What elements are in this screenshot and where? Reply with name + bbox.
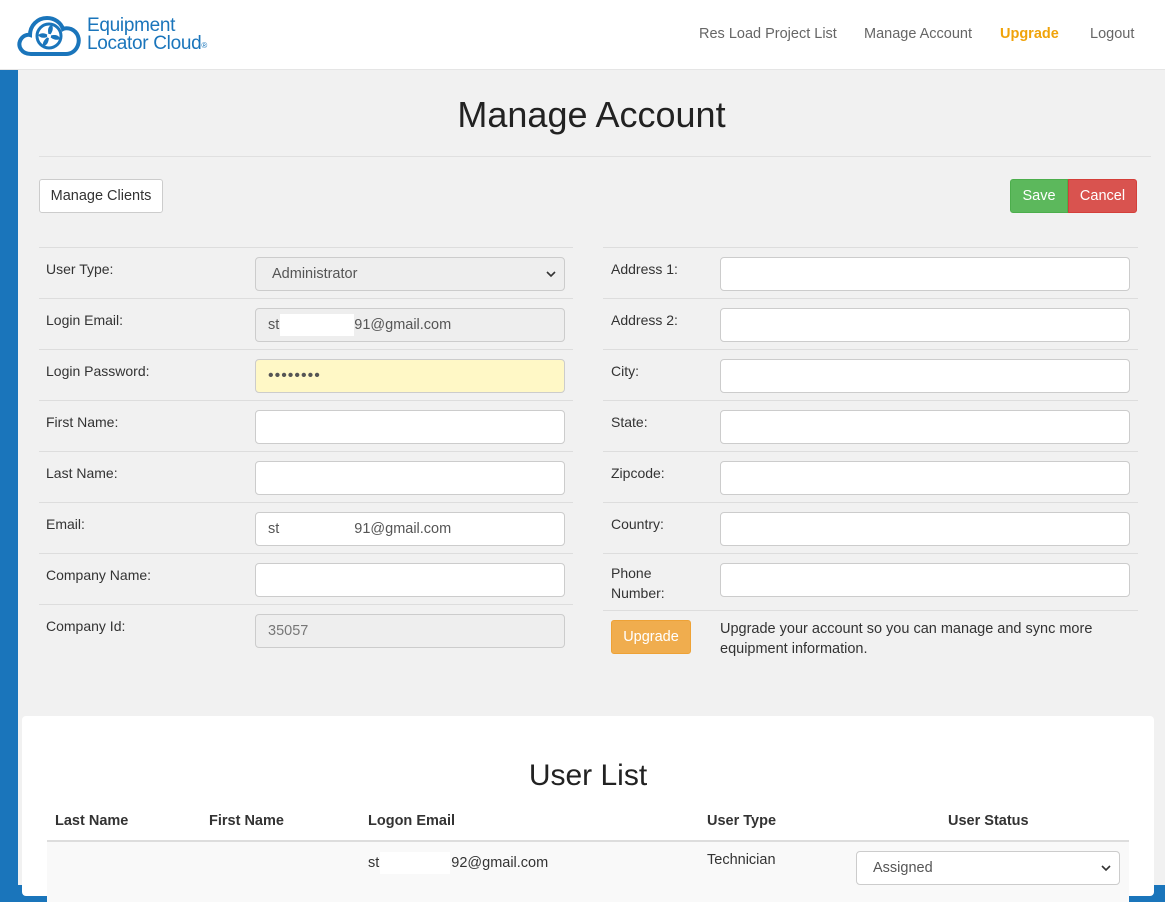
- login-email-value-end: 91@gmail.com: [354, 317, 452, 333]
- company-name-field[interactable]: [255, 563, 565, 597]
- row-user-type: User Type: Administrator: [39, 247, 573, 298]
- address1-label: Address 1:: [611, 261, 678, 277]
- country-field[interactable]: [720, 512, 1130, 546]
- upgrade-button[interactable]: Upgrade: [611, 620, 691, 654]
- row-state: State:: [603, 400, 1138, 451]
- cell-user-type: Technician: [707, 852, 776, 868]
- redacted-block: [280, 314, 355, 336]
- registered-mark: ®: [201, 41, 208, 50]
- user-type-select[interactable]: Administrator: [255, 257, 565, 291]
- account-form-left: User Type: Administrator Login Email: st…: [39, 247, 573, 659]
- zipcode-label: Zipcode:: [611, 465, 665, 481]
- company-id-field[interactable]: 35057: [255, 614, 565, 648]
- zipcode-field[interactable]: [720, 461, 1130, 495]
- row-company-name: Company Name:: [39, 553, 573, 604]
- account-form-right: Address 1: Address 2: City: State: Zipco…: [603, 247, 1138, 667]
- last-name-field[interactable]: [255, 461, 565, 495]
- last-name-label: Last Name:: [46, 465, 118, 481]
- row-address1: Address 1:: [603, 247, 1138, 298]
- address2-field[interactable]: [720, 308, 1130, 342]
- email-value-end: 91@gmail.com: [354, 521, 452, 537]
- login-password-value: ••••••••: [268, 367, 321, 384]
- redacted-block: [280, 518, 355, 540]
- logo-text: Equipment Locator Cloud®: [87, 16, 208, 54]
- row-phone: Phone Number:: [603, 553, 1138, 610]
- col-header-logon-email[interactable]: Logon Email: [368, 813, 455, 829]
- manage-clients-button[interactable]: Manage Clients: [39, 179, 163, 213]
- upgrade-note: Upgrade your account so you can manage a…: [720, 619, 1092, 659]
- row-login-email: Login Email: st 91@gmail.com: [39, 298, 573, 349]
- login-email-value-start: st: [268, 317, 280, 333]
- upgrade-note-line2: equipment information.: [720, 641, 868, 657]
- login-email-field[interactable]: st 91@gmail.com: [255, 308, 565, 342]
- col-header-last-name[interactable]: Last Name: [55, 813, 128, 829]
- row-login-password: Login Password: ••••••••: [39, 349, 573, 400]
- state-label: State:: [611, 414, 648, 430]
- redacted-block: [380, 852, 451, 874]
- user-list-title: User List: [528, 759, 648, 792]
- logo-line2: Locator Cloud: [87, 33, 202, 54]
- city-label: City:: [611, 363, 639, 379]
- row-city: City:: [603, 349, 1138, 400]
- state-field[interactable]: [720, 410, 1130, 444]
- nav-manage-account[interactable]: Manage Account: [864, 26, 972, 42]
- row-address2: Address 2:: [603, 298, 1138, 349]
- chevron-down-icon: [1101, 865, 1111, 872]
- chevron-down-icon: [546, 271, 556, 278]
- top-navbar: Equipment Locator Cloud® Res Load Projec…: [0, 0, 1165, 70]
- country-label: Country:: [611, 516, 664, 532]
- cell-email-start: st: [368, 855, 380, 871]
- user-type-label: User Type:: [46, 261, 114, 277]
- cancel-button[interactable]: Cancel: [1068, 179, 1137, 213]
- email-field[interactable]: st 91@gmail.com: [255, 512, 565, 546]
- upgrade-note-line1: Upgrade your account so you can manage a…: [720, 621, 1093, 637]
- phone-label-line2: Number:: [611, 585, 665, 601]
- cell-logon-email: st 92@gmail.com: [368, 852, 548, 874]
- login-password-field[interactable]: ••••••••: [255, 359, 565, 393]
- row-company-id: Company Id: 35057: [39, 604, 573, 655]
- app-logo[interactable]: Equipment Locator Cloud®: [17, 12, 217, 58]
- row-country: Country:: [603, 502, 1138, 553]
- login-password-label: Login Password:: [46, 363, 150, 379]
- row-first-name: First Name:: [39, 400, 573, 451]
- row-upgrade: Upgrade Upgrade your account so you can …: [603, 610, 1138, 667]
- page-title: Manage Account: [457, 94, 726, 135]
- user-list-panel: User List Last Name First Name Logon Ema…: [22, 716, 1154, 902]
- manage-account-page: Manage Account Manage Clients Save Cance…: [18, 70, 1165, 902]
- nav-upgrade[interactable]: Upgrade: [1000, 26, 1059, 42]
- company-id-label: Company Id:: [46, 618, 126, 634]
- first-name-field[interactable]: [255, 410, 565, 444]
- row-email: Email: st 91@gmail.com: [39, 502, 573, 553]
- phone-label-line1: Phone: [611, 565, 652, 581]
- row-zipcode: Zipcode:: [603, 451, 1138, 502]
- user-type-value: Administrator: [272, 266, 358, 282]
- col-header-user-type[interactable]: User Type: [707, 813, 776, 829]
- nav-logout[interactable]: Logout: [1090, 26, 1134, 42]
- login-email-label: Login Email:: [46, 312, 124, 328]
- save-button[interactable]: Save: [1010, 179, 1068, 213]
- company-name-label: Company Name:: [46, 567, 152, 583]
- address1-field[interactable]: [720, 257, 1130, 291]
- address2-label: Address 2:: [611, 312, 678, 328]
- first-name-label: First Name:: [46, 414, 119, 430]
- nav-res-load-project-list[interactable]: Res Load Project List: [699, 26, 837, 42]
- cell-email-end: 92@gmail.com: [451, 855, 549, 871]
- cloud-fan-icon: [17, 15, 81, 56]
- email-label: Email:: [46, 516, 85, 532]
- col-header-first-name[interactable]: First Name: [209, 813, 284, 829]
- title-divider: [39, 156, 1151, 157]
- col-header-user-status[interactable]: User Status: [948, 813, 1029, 829]
- row-last-name: Last Name:: [39, 451, 573, 502]
- phone-field[interactable]: [720, 563, 1130, 597]
- phone-label: Phone Number:: [611, 563, 665, 603]
- email-value-start: st: [268, 521, 280, 537]
- city-field[interactable]: [720, 359, 1130, 393]
- table-row: st 92@gmail.com Technician Assigned: [47, 842, 1129, 902]
- user-status-value: Assigned: [873, 860, 933, 876]
- user-status-select[interactable]: Assigned: [856, 851, 1120, 885]
